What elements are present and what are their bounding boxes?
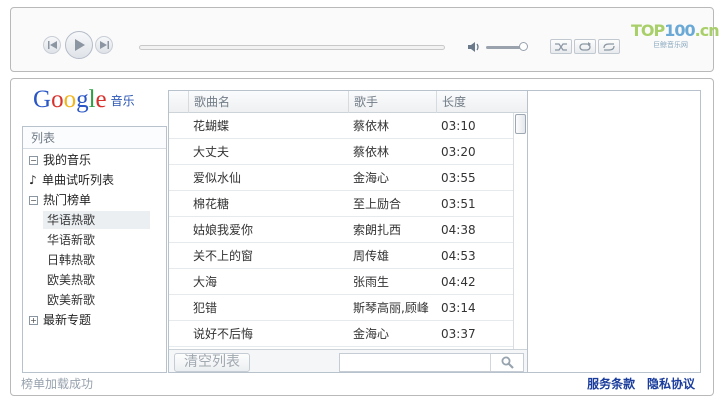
song-title: 说好不后悔 [193,327,254,341]
song-title: 姑娘我爱你 [193,223,254,237]
player-bar: TOP100.cn 巨鲸音乐网 [10,7,720,72]
status-text: 榜单加载成功 [21,377,94,391]
song-row[interactable]: 棉花糖 至上励合 03:51 [169,191,513,217]
song-title: 关不上的窗 [193,249,254,263]
main-panel: Google 音乐 列表 − 我的音乐 ♪ 单曲试听列表 − 热门榜单 华语热歌 华语新歌 日韩… [10,78,714,396]
google-logo-letter: o [51,86,64,113]
tree-item-chart[interactable]: 华语热歌 [43,211,150,229]
tree-item-label: 华语热歌 [47,213,96,227]
google-logo-letter: l [88,86,96,113]
shuffle-icon[interactable] [550,39,572,54]
google-logo-letter: G [33,86,52,113]
song-list: 歌曲名 歌手 长度 花蝴蝶 蔡依林 03:10 大丈夫 蔡依林 03:20 爱似水仙 金海心 0… [168,90,528,373]
song-length: 03:10 [441,119,476,133]
song-artist: 金海心 [353,327,390,341]
song-length: 04:38 [441,223,476,237]
song-list-header: 歌曲名 歌手 长度 [169,91,527,113]
tree-item-label: 欧美热歌 [47,273,96,287]
song-artist: 斯琴高丽,顾峰 [353,301,429,315]
song-artist: 金海心 [353,171,390,185]
search-input[interactable] [339,353,524,372]
magnifier-icon[interactable] [490,354,523,371]
column-header-title[interactable]: 歌曲名 [188,91,348,113]
tree-item-label: 热门榜单 [43,193,92,207]
song-length: 04:42 [441,275,476,289]
song-list-scrollbar[interactable] [513,113,527,349]
song-row[interactable]: 犯错 斯琴高丽,顾峰 03:14 [169,295,513,321]
song-title: 犯错 [193,301,218,315]
song-row[interactable]: 说好不后悔 金海心 03:37 [169,321,513,347]
tree-group[interactable]: + 最新专题 [29,311,91,329]
collapse-minus-icon[interactable]: − [29,156,38,165]
song-row[interactable]: 花蝴蝶 蔡依林 03:10 [169,113,513,139]
song-length: 03:55 [441,171,476,185]
tree-item-chart[interactable]: 华语新歌 [43,231,150,249]
tree-item-chart[interactable]: 欧美新歌 [43,291,150,309]
tree-item-chart[interactable]: 欧美热歌 [43,271,150,289]
tree-header: 列表 [23,127,166,149]
google-logo-letter: e [95,86,107,113]
song-row[interactable]: 关不上的窗 周传雄 04:53 [169,243,513,269]
scrollbar-thumb[interactable] [515,114,526,134]
song-length: 03:20 [441,145,476,159]
tree-group[interactable]: − 热门榜单 [29,191,91,209]
song-title: 大海 [193,275,218,289]
detail-panel [528,90,701,373]
play-icon[interactable] [65,31,93,59]
privacy-link[interactable]: 隐私协议 [647,377,695,391]
progress-slider[interactable] [139,45,445,50]
tree-item-label: 最新专题 [43,313,92,327]
tree-item-single-playlist[interactable]: ♪ 单曲试听列表 [29,171,114,189]
tree-item-chart[interactable]: 日韩热歌 [43,251,150,269]
tree-item-label: 日韩热歌 [47,253,96,267]
footer-links: 服务条款 隐私协议 [579,375,695,393]
song-title: 棉花糖 [193,197,230,211]
expand-plus-icon[interactable]: + [29,316,38,325]
loop-icon[interactable] [598,39,620,54]
song-row[interactable]: 爱似水仙 金海心 03:55 [169,165,513,191]
tree-item-label: 我的音乐 [43,153,92,167]
tree-item-label: 单曲试听列表 [42,173,115,187]
volume-slider-handle[interactable] [519,42,528,51]
song-artist: 索朗扎西 [353,223,402,237]
tree-item-label: 欧美新歌 [47,293,96,307]
clear-list-button[interactable]: 清空列表 [174,353,250,372]
song-artist: 张雨生 [353,275,390,289]
playlist-tree: 列表 − 我的音乐 ♪ 单曲试听列表 − 热门榜单 华语热歌 华语新歌 日韩热歌 欧美热歌 欧美新歌… [22,126,167,373]
song-length: 04:53 [441,249,476,263]
google-music-logo: Google 音乐 [33,86,135,113]
song-list-footer: 清空列表 [169,349,527,372]
speaker-volume-icon[interactable] [467,40,481,54]
song-length: 03:14 [441,301,476,315]
google-logo-letter: o [63,86,77,113]
song-artist: 至上励合 [353,197,402,211]
google-logo-letter: g [76,86,89,113]
tree-item-label: 华语新歌 [47,233,96,247]
song-row[interactable]: 大丈夫 蔡依林 03:20 [169,139,513,165]
repeat-icon[interactable] [574,39,596,54]
song-row[interactable]: 大海 张雨生 04:42 [169,269,513,295]
song-length: 03:37 [441,327,476,341]
music-note-icon: ♪ [29,173,37,187]
song-artist: 蔡依林 [353,119,390,133]
song-artist: 蔡依林 [353,145,390,159]
tree-group[interactable]: − 我的音乐 [29,151,91,169]
top100-logo: TOP100.cn 巨鲸音乐网 [631,21,720,49]
skip-next-icon[interactable] [95,36,113,54]
column-header-length[interactable]: 长度 [436,91,527,113]
song-length: 03:51 [441,197,476,211]
song-title: 花蝴蝶 [193,119,230,133]
column-header-artist[interactable]: 歌手 [348,91,436,113]
song-row[interactable]: 姑娘我爱你 索朗扎西 04:38 [169,217,513,243]
song-title: 爱似水仙 [193,171,242,185]
terms-link[interactable]: 服务条款 [587,377,635,391]
song-title: 大丈夫 [193,145,230,159]
skip-previous-icon[interactable] [43,36,61,54]
song-artist: 周传雄 [353,249,390,263]
collapse-minus-icon[interactable]: − [29,196,38,205]
